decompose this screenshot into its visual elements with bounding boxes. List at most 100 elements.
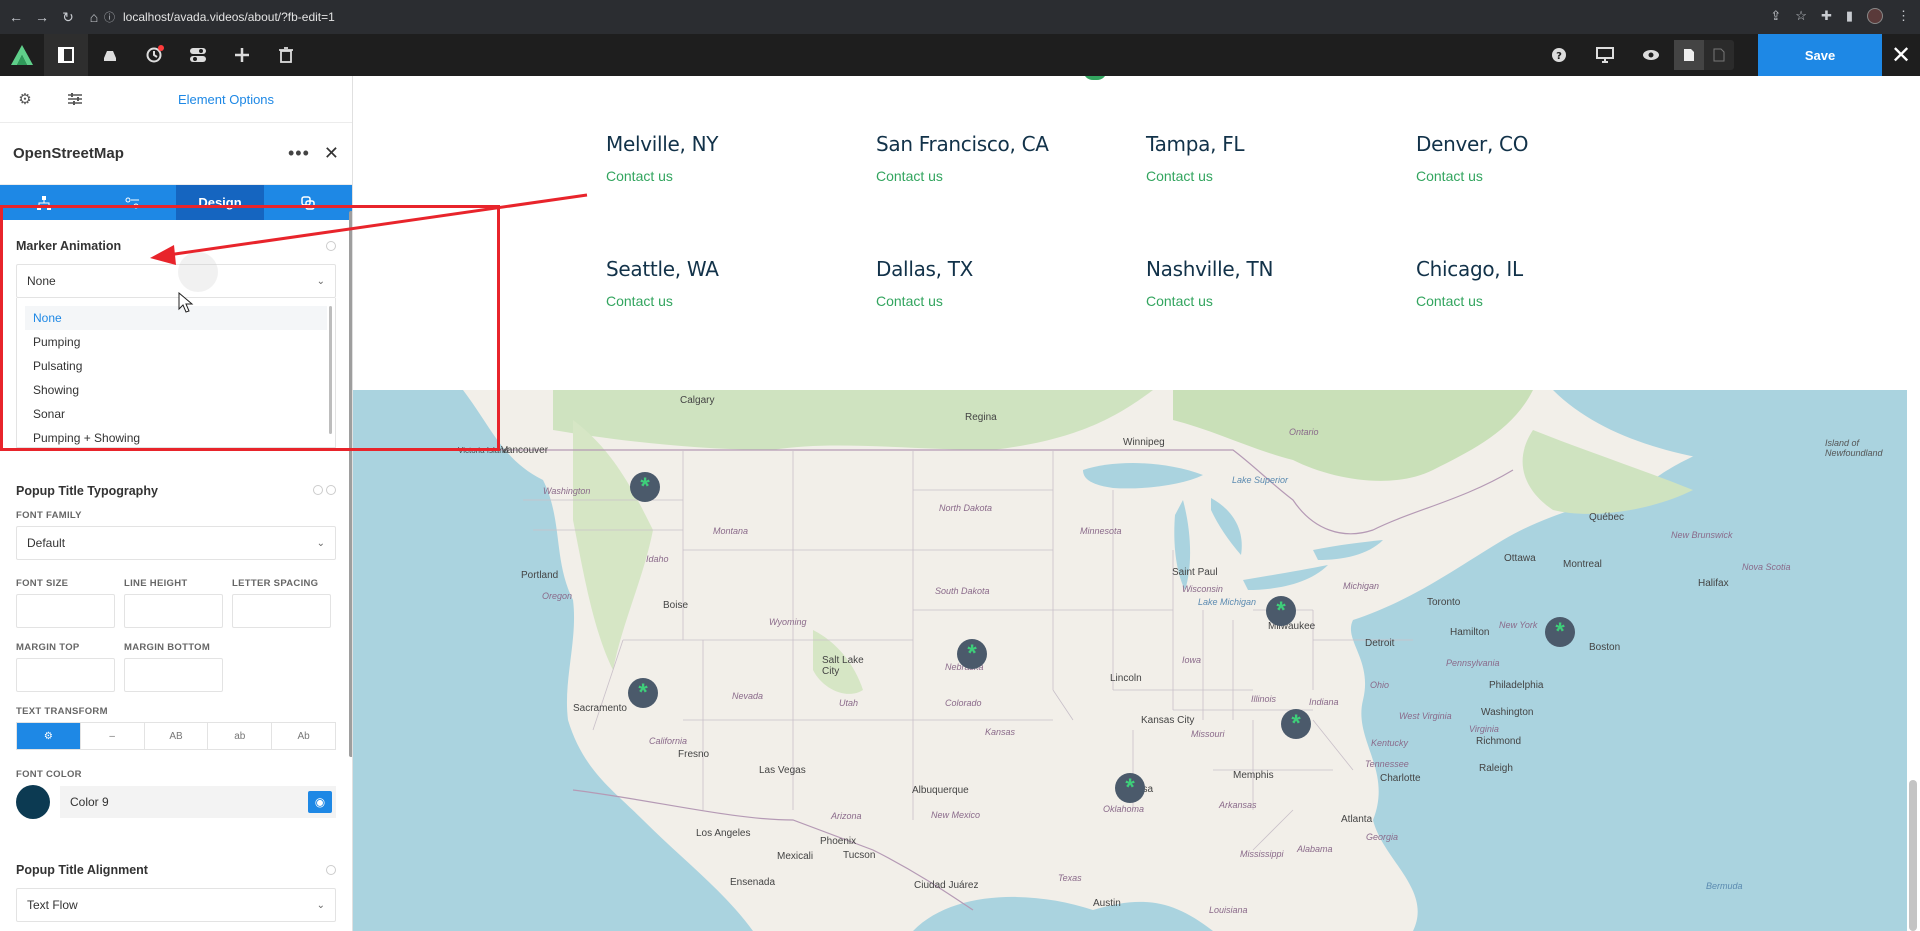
- url-text: localhost/avada.videos/about/?fb-edit=1: [123, 10, 335, 24]
- page-scrollbar[interactable]: [1909, 780, 1917, 931]
- reset-icon[interactable]: [326, 485, 336, 495]
- text-transform-capitalize[interactable]: Ab: [272, 723, 335, 749]
- help-icon[interactable]: [312, 485, 323, 495]
- font-size-input[interactable]: [16, 594, 115, 628]
- save-button[interactable]: Save: [1758, 34, 1882, 76]
- profile-avatar[interactable]: [1867, 8, 1883, 24]
- text-transform-uppercase[interactable]: AB: [145, 723, 209, 749]
- forward-icon[interactable]: →: [32, 7, 52, 27]
- preview-eye-icon[interactable]: [1628, 34, 1674, 76]
- help-icon[interactable]: [326, 865, 336, 875]
- map-region-label: Alabama: [1297, 844, 1333, 854]
- line-height-input[interactable]: [124, 594, 223, 628]
- margin-bottom-input[interactable]: [124, 658, 223, 692]
- library-icon[interactable]: [88, 34, 132, 76]
- margin-top-input[interactable]: [16, 658, 115, 692]
- settings-gear-icon[interactable]: ⚙: [0, 76, 50, 123]
- tab-element-options[interactable]: Element Options: [100, 92, 352, 107]
- desktop-preview-icon[interactable]: [1582, 34, 1628, 76]
- map-region-label: Virginia: [1469, 724, 1499, 734]
- text-transform-lowercase[interactable]: ab: [208, 723, 273, 749]
- map-marker-dallas[interactable]: *: [1115, 773, 1145, 803]
- document-outline-icon[interactable]: [1704, 40, 1734, 70]
- contact-link[interactable]: Contact us: [606, 293, 719, 309]
- page-settings-icon[interactable]: [176, 34, 220, 76]
- contact-link[interactable]: Contact us: [876, 293, 973, 309]
- letter-spacing-input[interactable]: [232, 594, 331, 628]
- sliders-icon[interactable]: [50, 76, 100, 123]
- add-element-icon[interactable]: [220, 34, 264, 76]
- address-bar[interactable]: ⓘ localhost/avada.videos/about/?fb-edit=…: [104, 6, 1804, 28]
- history-icon[interactable]: [132, 34, 176, 76]
- map-marker-chicago[interactable]: *: [1266, 596, 1296, 626]
- extensions-icon[interactable]: ✚: [1821, 8, 1832, 24]
- help-icon[interactable]: ?: [1536, 34, 1582, 76]
- home-icon[interactable]: ⌂: [84, 7, 104, 27]
- map-marker-nashville[interactable]: *: [1281, 709, 1311, 739]
- svg-text:?: ?: [1556, 51, 1562, 62]
- map-city-label: Tucson: [843, 850, 876, 861]
- sidebar-toggle-icon[interactable]: ▮: [1846, 8, 1853, 24]
- location-city: Melville, NY: [606, 132, 719, 156]
- font-family-select[interactable]: Default ⌄: [16, 526, 336, 560]
- map-city-label: Phoenix: [820, 836, 857, 847]
- map-region-label: West Virginia: [1399, 711, 1452, 721]
- font-color-swatch[interactable]: [16, 785, 50, 819]
- map-region-label: Wyoming: [769, 617, 807, 627]
- builder-toolbar: ? Save ✕: [0, 34, 1920, 76]
- map-region-label: New Brunswick: [1671, 530, 1733, 540]
- popup-title-alignment-select[interactable]: Text Flow ⌄: [16, 888, 336, 922]
- bookmark-star-icon[interactable]: ☆: [1795, 8, 1807, 24]
- map-city-label: Québec: [1589, 512, 1625, 523]
- margin-top-label: MARGIN TOP: [16, 642, 80, 653]
- close-builder-icon[interactable]: ✕: [1882, 34, 1920, 76]
- heading-fragment: [1083, 76, 1107, 80]
- margin-bottom-label: MARGIN BOTTOM: [124, 642, 211, 653]
- share-icon[interactable]: ⇪: [1770, 8, 1781, 24]
- location-city: Dallas, TX: [876, 257, 974, 281]
- map-city-label: Richmond: [1476, 736, 1522, 747]
- map-water-label: Lake Superior: [1232, 475, 1289, 485]
- location-city: Denver, CO: [1416, 132, 1529, 156]
- map-city-label: Calgary: [680, 395, 715, 406]
- text-transform-none[interactable]: –: [81, 723, 145, 749]
- chevron-down-icon: ⌄: [316, 537, 325, 549]
- document-icon[interactable]: [1674, 40, 1704, 70]
- map-region-label: California: [649, 736, 688, 746]
- more-options-icon[interactable]: •••: [288, 143, 310, 164]
- text-transform-default-gear-icon[interactable]: ⚙: [17, 723, 81, 749]
- openstreetmap[interactable]: Calgary Regina Winnipeg Vancouver Victor…: [353, 390, 1907, 931]
- map-marker-melville[interactable]: *: [1545, 617, 1575, 647]
- browser-menu-icon[interactable]: ⋮: [1897, 8, 1910, 24]
- map-region-label: Michigan: [1343, 581, 1380, 591]
- contact-link[interactable]: Contact us: [1146, 168, 1244, 184]
- map-region-label: Georgia: [1366, 832, 1399, 842]
- location-city: Chicago, IL: [1416, 257, 1523, 281]
- map-marker-denver[interactable]: *: [957, 639, 987, 669]
- avada-logo-icon[interactable]: [0, 34, 44, 76]
- map-region-label: Tennessee: [1365, 759, 1409, 769]
- reload-icon[interactable]: ↻: [58, 7, 78, 27]
- back-icon[interactable]: ←: [6, 7, 26, 27]
- browser-bar: ← → ↻ ⌂ ⓘ localhost/avada.videos/about/?…: [0, 0, 1920, 34]
- popup-title-alignment-value: Text Flow: [27, 898, 78, 912]
- delete-icon[interactable]: [264, 34, 308, 76]
- location-city: Nashville, TN: [1146, 257, 1274, 281]
- contact-link[interactable]: Contact us: [876, 168, 1049, 184]
- map-marker-seattle[interactable]: *: [630, 472, 660, 502]
- font-color-input[interactable]: Color 9 ◉: [60, 786, 336, 818]
- contact-link[interactable]: Contact us: [606, 168, 718, 184]
- contact-link[interactable]: Contact us: [1146, 293, 1273, 309]
- font-family-label: FONT FAMILY: [16, 510, 82, 521]
- close-panel-icon[interactable]: ✕: [324, 143, 339, 164]
- contact-link[interactable]: Contact us: [1416, 168, 1528, 184]
- location-card: Seattle, WA Contact us: [606, 257, 719, 309]
- global-color-icon[interactable]: ◉: [308, 791, 332, 813]
- contact-link[interactable]: Contact us: [1416, 293, 1523, 309]
- map-marker-san-francisco[interactable]: *: [628, 678, 658, 708]
- map-region-label: Arkansas: [1219, 800, 1257, 810]
- map-region-label: Arizona: [831, 811, 862, 821]
- text-transform-group: ⚙ – AB ab Ab: [16, 722, 336, 750]
- sidebar-panel-icon[interactable]: [44, 34, 88, 76]
- map-city-label: Kansas City: [1141, 715, 1195, 726]
